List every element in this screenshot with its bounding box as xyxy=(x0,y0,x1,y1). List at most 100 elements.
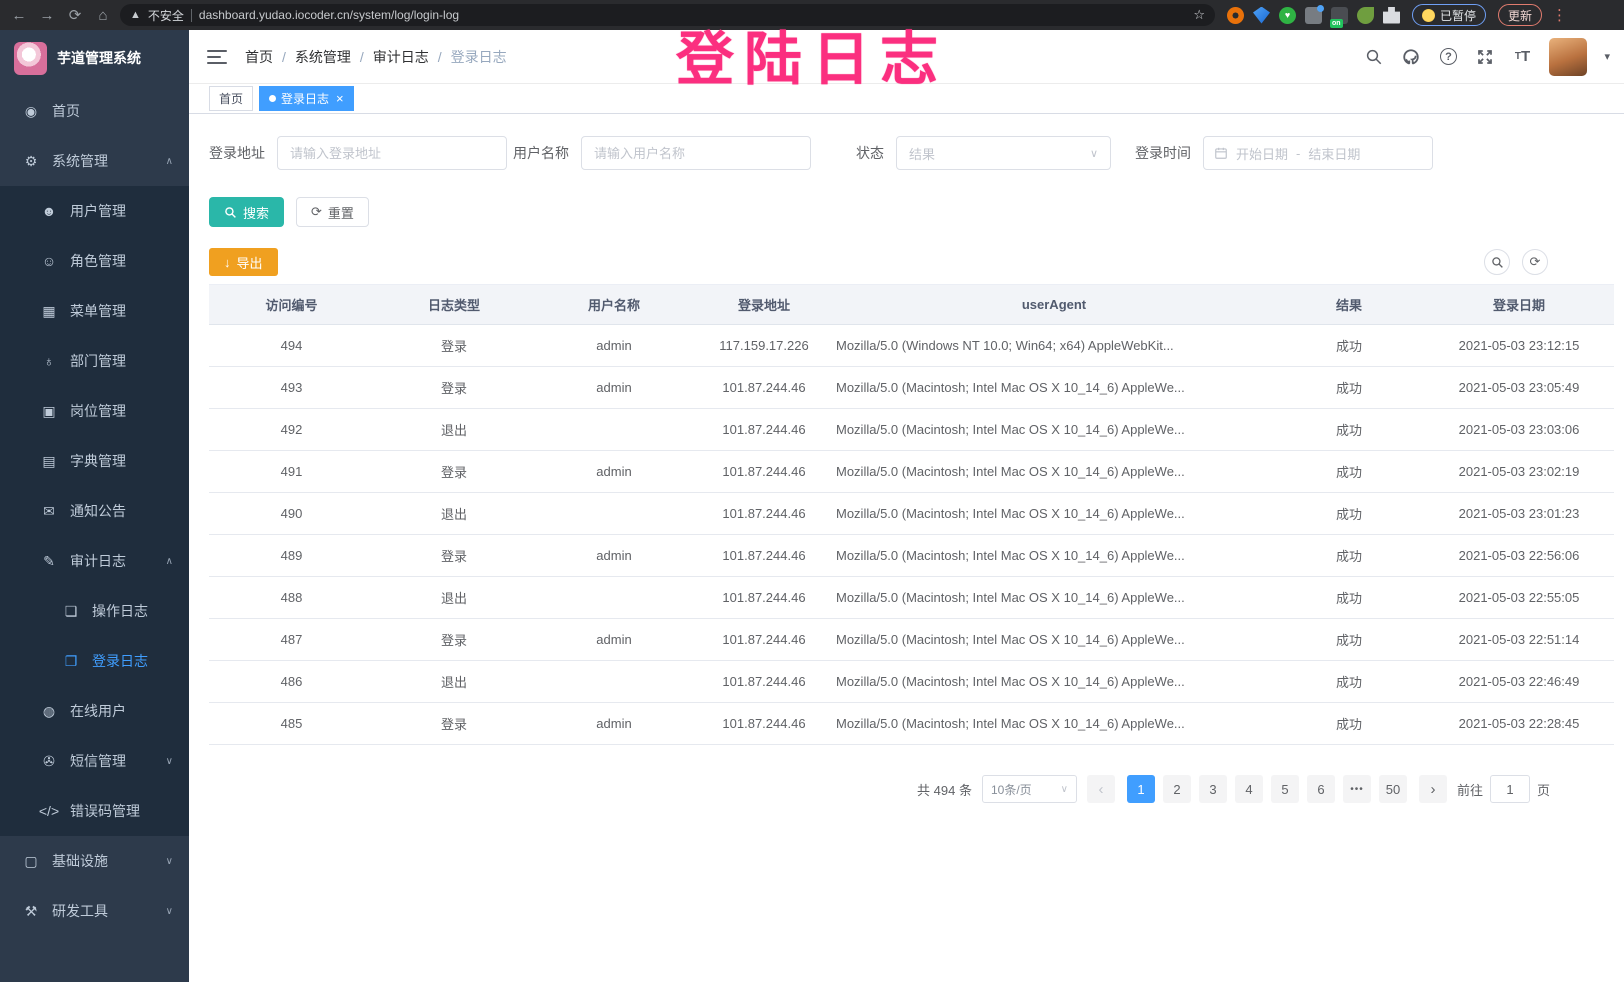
browser-update-button[interactable]: 更新 xyxy=(1498,4,1542,26)
breadcrumb-system[interactable]: 系统管理 xyxy=(295,47,351,67)
sidebar-item-dept[interactable]: ♁部门管理 xyxy=(0,336,189,386)
extension-orange-icon[interactable] xyxy=(1227,7,1244,24)
browser-forward-icon[interactable]: → xyxy=(36,4,58,26)
profile-emoji-icon xyxy=(1422,9,1435,22)
cell-login-date: 2021-05-03 23:03:06 xyxy=(1424,422,1614,437)
extension-heart-icon[interactable]: ♥ xyxy=(1279,7,1296,24)
tab-login-log[interactable]: 登录日志 × xyxy=(259,86,354,111)
avatar-caret-icon[interactable]: ▾ xyxy=(1604,50,1610,63)
table-toolbar: ↓ 导出 ⟳ xyxy=(209,248,1614,276)
avatar[interactable] xyxy=(1549,38,1587,76)
page-button-2[interactable]: 2 xyxy=(1163,775,1191,803)
browser-reload-icon[interactable]: ⟳ xyxy=(64,4,86,26)
sidebar-item-post[interactable]: ▣岗位管理 xyxy=(0,386,189,436)
end-date-placeholder[interactable]: 结束日期 xyxy=(1308,144,1360,163)
sidebar-item-audit-log[interactable]: ✎审计日志∧ xyxy=(0,536,189,586)
page-size-value: 10条/页 xyxy=(991,781,1032,798)
cell-id: 488 xyxy=(209,590,374,605)
app-title: 芋道管理系统 xyxy=(57,48,141,68)
extension-on-badge: on xyxy=(1330,19,1343,28)
cell-login-date: 2021-05-03 23:05:49 xyxy=(1424,380,1614,395)
sidebar-item-home[interactable]: ◉首页 xyxy=(0,86,189,136)
reset-button[interactable]: ⟳ 重置 xyxy=(296,197,369,227)
sidebar-item-dict[interactable]: ▤字典管理 xyxy=(0,436,189,486)
sidebar-item-infra[interactable]: ▢基础设施∨ xyxy=(0,836,189,886)
extension-gem-icon[interactable] xyxy=(1253,7,1270,24)
table-header: 访问编号 日志类型 用户名称 登录地址 userAgent 结果 登录日期 xyxy=(209,285,1614,325)
hide-search-button[interactable] xyxy=(1484,249,1510,275)
cell-log-type: 退出 xyxy=(374,420,534,439)
table-row: 493登录admin101.87.244.46Mozilla/5.0 (Maci… xyxy=(209,367,1614,409)
breadcrumb: 首页 / 系统管理 / 审计日志 / 登录日志 xyxy=(245,47,507,67)
login-address-input[interactable] xyxy=(277,136,507,170)
bookmark-star-icon[interactable]: ☆ xyxy=(1193,7,1205,23)
font-size-icon[interactable]: TT xyxy=(1512,47,1532,67)
browser-back-icon[interactable]: ← xyxy=(8,4,30,26)
address-bar[interactable]: ▲ 不安全 dashboard.yudao.iocoder.cn/system/… xyxy=(120,4,1215,26)
profile-paused-chip[interactable]: 已暂停 xyxy=(1412,4,1486,26)
page-more-button[interactable]: ••• xyxy=(1343,775,1371,803)
sidebar-item-login-log[interactable]: ❐登录日志 xyxy=(0,636,189,686)
username-input[interactable] xyxy=(581,136,811,170)
page-button-5[interactable]: 5 xyxy=(1271,775,1299,803)
tab-close-icon[interactable]: × xyxy=(336,92,344,105)
status-select[interactable]: 结果 ∨ xyxy=(896,136,1111,170)
start-date-placeholder[interactable]: 开始日期 xyxy=(1236,144,1288,163)
prev-page-button[interactable]: ‹ xyxy=(1087,775,1115,803)
sidebar-item-notice[interactable]: ✉通知公告 xyxy=(0,486,189,536)
cell-login-address: 101.87.244.46 xyxy=(694,422,834,437)
help-icon[interactable]: ? xyxy=(1438,47,1458,67)
search-icon[interactable] xyxy=(1364,47,1384,67)
fullscreen-icon[interactable] xyxy=(1475,47,1495,67)
update-label: 更新 xyxy=(1508,7,1532,24)
cell-login-address: 101.87.244.46 xyxy=(694,464,834,479)
sidebar-item-system[interactable]: ⚙系统管理∧ xyxy=(0,136,189,186)
breadcrumb-audit[interactable]: 审计日志 xyxy=(373,47,429,67)
goto-page-input[interactable] xyxy=(1490,775,1530,803)
refresh-table-button[interactable]: ⟳ xyxy=(1522,249,1548,275)
chevron-down-icon: ∨ xyxy=(1090,147,1098,160)
sidebar-item-label: 登录日志 xyxy=(92,651,148,671)
page-button-1[interactable]: 1 xyxy=(1127,775,1155,803)
sidebar-item-label: 角色管理 xyxy=(70,251,126,271)
sidebar-item-operate-log[interactable]: ❏操作日志 xyxy=(0,586,189,636)
sidebar-item-label: 短信管理 xyxy=(70,751,126,771)
security-label[interactable]: 不安全 xyxy=(148,7,184,24)
extension-list-icon[interactable]: on xyxy=(1331,7,1348,24)
browser-home-icon[interactable]: ⌂ xyxy=(92,4,114,26)
extension-leaf-icon[interactable] xyxy=(1357,7,1374,24)
search-button[interactable]: 搜索 xyxy=(209,197,284,227)
tab-home[interactable]: 首页 xyxy=(209,86,253,111)
browser-menu-icon[interactable]: ⋮ xyxy=(1552,6,1567,24)
sidebar-item-error-code[interactable]: </>错误码管理 xyxy=(0,786,189,836)
sidebar-item-label: 审计日志 xyxy=(70,551,126,571)
tab-active-dot xyxy=(269,95,276,102)
sidebar-item-online-user[interactable]: ◍在线用户 xyxy=(0,686,189,736)
sidebar-item-sms[interactable]: ✇短信管理∨ xyxy=(0,736,189,786)
export-button[interactable]: ↓ 导出 xyxy=(209,248,278,276)
page-button-50[interactable]: 50 xyxy=(1379,775,1407,803)
page-button-3[interactable]: 3 xyxy=(1199,775,1227,803)
app-logo[interactable]: 芋道管理系统 xyxy=(0,30,189,86)
logo-image xyxy=(14,42,47,75)
cell-log-type: 退出 xyxy=(374,504,534,523)
sidebar-item-role[interactable]: ☺角色管理 xyxy=(0,236,189,286)
breadcrumb-home[interactable]: 首页 xyxy=(245,47,273,67)
page-button-4[interactable]: 4 xyxy=(1235,775,1263,803)
sidebar-item-menu[interactable]: ▦菜单管理 xyxy=(0,286,189,336)
cell-login-address: 101.87.244.46 xyxy=(694,674,834,689)
page-button-6[interactable]: 6 xyxy=(1307,775,1335,803)
next-page-button[interactable]: › xyxy=(1419,775,1447,803)
extensions-puzzle-icon[interactable] xyxy=(1383,7,1400,24)
sidebar-item-user[interactable]: ☻用户管理 xyxy=(0,186,189,236)
extension-grid-icon[interactable] xyxy=(1305,7,1322,24)
col-result: 结果 xyxy=(1274,295,1424,314)
date-range-picker[interactable]: 开始日期 - 结束日期 xyxy=(1203,136,1433,170)
page-size-select[interactable]: 10条/页 ∨ xyxy=(982,775,1077,803)
chevron-down-icon: ∨ xyxy=(166,756,173,767)
github-icon[interactable] xyxy=(1401,47,1421,67)
sidebar-item-label: 用户管理 xyxy=(70,201,126,221)
hamburger-icon[interactable] xyxy=(207,50,227,64)
sidebar-item-devtool[interactable]: ⚒研发工具∨ xyxy=(0,886,189,936)
pagination-goto: 前往 页 xyxy=(1457,775,1550,803)
